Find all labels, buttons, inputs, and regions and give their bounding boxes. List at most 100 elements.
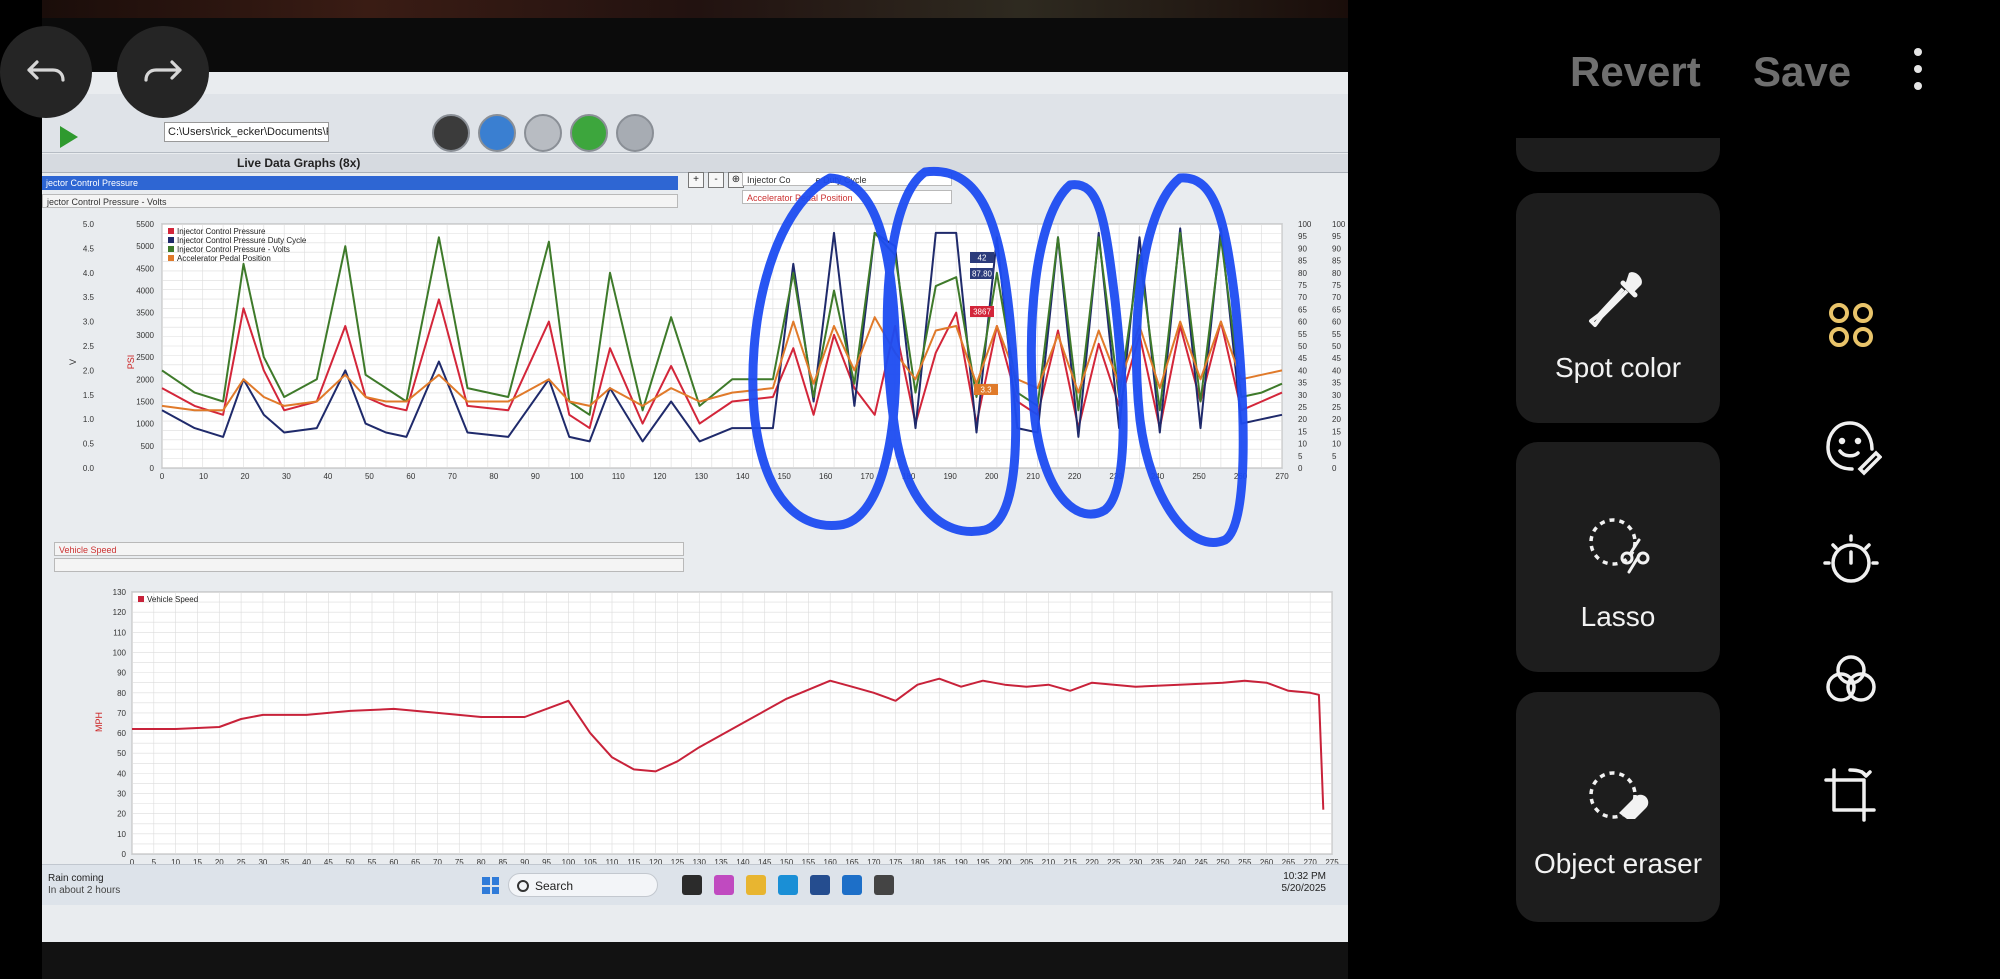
more-dot-icon <box>1914 48 1922 56</box>
more-dot-icon <box>1914 65 1922 73</box>
y-mph-tick: 100 <box>113 648 127 657</box>
y-right-tick: 60 <box>1298 318 1307 327</box>
taskbar-app-icon <box>746 875 766 895</box>
rail-crop-button[interactable] <box>1820 764 1882 826</box>
y-axis-label-psi: PSI <box>126 355 136 370</box>
y-psi-tick: 1000 <box>136 420 154 429</box>
y-right2-tick: 30 <box>1332 391 1341 400</box>
y-mph-tick: 60 <box>117 729 126 738</box>
x-tick-label: 80 <box>489 472 498 481</box>
spot-color-label: Spot color <box>1554 352 1682 383</box>
x-tick-label: 210 <box>1026 472 1040 481</box>
y-volts-tick: 1.5 <box>83 391 95 400</box>
x-tick-label: 30 <box>282 472 291 481</box>
y-psi-tick: 3000 <box>136 331 154 340</box>
y-right-tick: 30 <box>1298 391 1307 400</box>
y-psi-tick: 5000 <box>136 242 154 251</box>
windows-start-icon <box>482 877 499 894</box>
x-tick-label: 270 <box>1275 472 1289 481</box>
y-mph-tick: 0 <box>122 850 127 859</box>
data-flag-text: 87.80 <box>972 270 993 279</box>
y-mph-tick: 50 <box>117 749 126 758</box>
windows-taskbar: Rain coming In about 2 hours Search 10:3… <box>42 864 1348 905</box>
y-psi-tick: 1500 <box>136 397 154 406</box>
x-tick-label: 190 <box>943 472 957 481</box>
y-right2-tick: 80 <box>1332 269 1341 278</box>
taskbar-app-icon <box>874 875 894 895</box>
x-tick-label: 160 <box>819 472 833 481</box>
y-right-tick: 35 <box>1298 379 1307 388</box>
x-tick-label: 240 <box>1151 472 1165 481</box>
y-psi-tick: 4500 <box>136 264 154 273</box>
y-right-tick: 45 <box>1298 354 1307 363</box>
weather-title: Rain coming <box>48 873 104 884</box>
y-right-tick: 75 <box>1298 281 1307 290</box>
x-tick-label: 60 <box>406 472 415 481</box>
lasso-tool[interactable]: Lasso <box>1516 442 1720 672</box>
y-right-tick: 65 <box>1298 305 1307 314</box>
y-right2-tick: 45 <box>1332 354 1341 363</box>
y-volts-tick: 0.5 <box>83 440 95 449</box>
clock-date: 5/20/2025 <box>1281 883 1327 894</box>
object-eraser-icon <box>1589 771 1649 819</box>
more-dot-icon <box>1914 82 1922 90</box>
more-options-button[interactable] <box>1900 48 1936 94</box>
object-eraser-tool[interactable]: Object eraser <box>1516 692 1720 922</box>
rail-filter-button[interactable] <box>1820 648 1882 710</box>
x-tick-label: 10 <box>199 472 208 481</box>
y-right2-tick: 65 <box>1332 305 1341 314</box>
taskbar-app-icon <box>842 875 862 895</box>
x-tick-label: 250 <box>1192 472 1206 481</box>
legend-label: Injector Control Pressure Duty Cycle <box>177 236 307 245</box>
y-right2-tick: 90 <box>1332 244 1341 253</box>
y-right-tick: 50 <box>1298 342 1307 351</box>
rail-sticker-button[interactable] <box>1820 415 1883 477</box>
y-right-tick: 25 <box>1298 403 1307 412</box>
y-right-tick: 40 <box>1298 366 1307 375</box>
lasso-scissors-icon <box>1589 518 1650 574</box>
redo-button[interactable] <box>117 26 209 118</box>
y-psi-tick: 4000 <box>136 287 154 296</box>
y-mph-tick: 110 <box>113 628 126 637</box>
legend-swatch <box>168 255 174 261</box>
crop-rotate-icon <box>1824 768 1876 822</box>
taskbar-app-icon <box>778 875 798 895</box>
y-volts-tick: 4.5 <box>83 244 95 253</box>
y-right2-tick: 20 <box>1332 415 1341 424</box>
sticker-icon <box>1826 421 1883 476</box>
y-right-tick: 100 <box>1298 220 1312 229</box>
photo-canvas[interactable]: to C:\Users\rick_ecker\Documents\Ford-Po… <box>42 0 1348 979</box>
y-mph-tick: 130 <box>113 588 127 597</box>
y-right2-tick: 25 <box>1332 403 1341 412</box>
y-volts-tick: 3.5 <box>83 293 95 302</box>
tool-card-partial <box>1516 138 1720 172</box>
y-right2-tick: 35 <box>1332 379 1341 388</box>
y-right-tick: 10 <box>1298 440 1307 449</box>
filter-icon <box>1826 655 1876 702</box>
eyedropper-icon <box>1589 272 1642 327</box>
y-right2-tick: 5 <box>1332 452 1337 461</box>
revert-button[interactable]: Revert <box>1570 48 1701 96</box>
x-tick-label: 40 <box>323 472 332 481</box>
rail-grid-button[interactable] <box>1820 294 1882 356</box>
rail-brightness-button[interactable] <box>1820 530 1882 592</box>
spot-color-tool[interactable]: Spot color <box>1516 193 1720 423</box>
weather-subtitle: In about 2 hours <box>48 885 121 896</box>
weather-widget: Rain coming In about 2 hours <box>48 873 120 897</box>
y-right2-tick: 60 <box>1332 318 1341 327</box>
save-button[interactable]: Save <box>1753 48 1851 96</box>
redo-icon <box>144 59 182 82</box>
clock-time: 10:32 PM <box>1283 871 1326 882</box>
y-volts-tick: 2.0 <box>83 366 95 375</box>
y-psi-tick: 2000 <box>136 375 154 384</box>
x-tick-label: 230 <box>1109 472 1123 481</box>
x-tick-label: 120 <box>653 472 667 481</box>
y-volts-tick: 5.0 <box>83 220 95 229</box>
y-mph-tick: 10 <box>117 830 126 839</box>
y-volts-tick: 1.0 <box>83 415 95 424</box>
x-tick-label: 100 <box>570 472 584 481</box>
y-right2-tick: 40 <box>1332 366 1341 375</box>
y-mph-tick: 30 <box>117 790 126 799</box>
undo-button[interactable] <box>0 26 92 118</box>
x-tick-label: 150 <box>778 472 792 481</box>
